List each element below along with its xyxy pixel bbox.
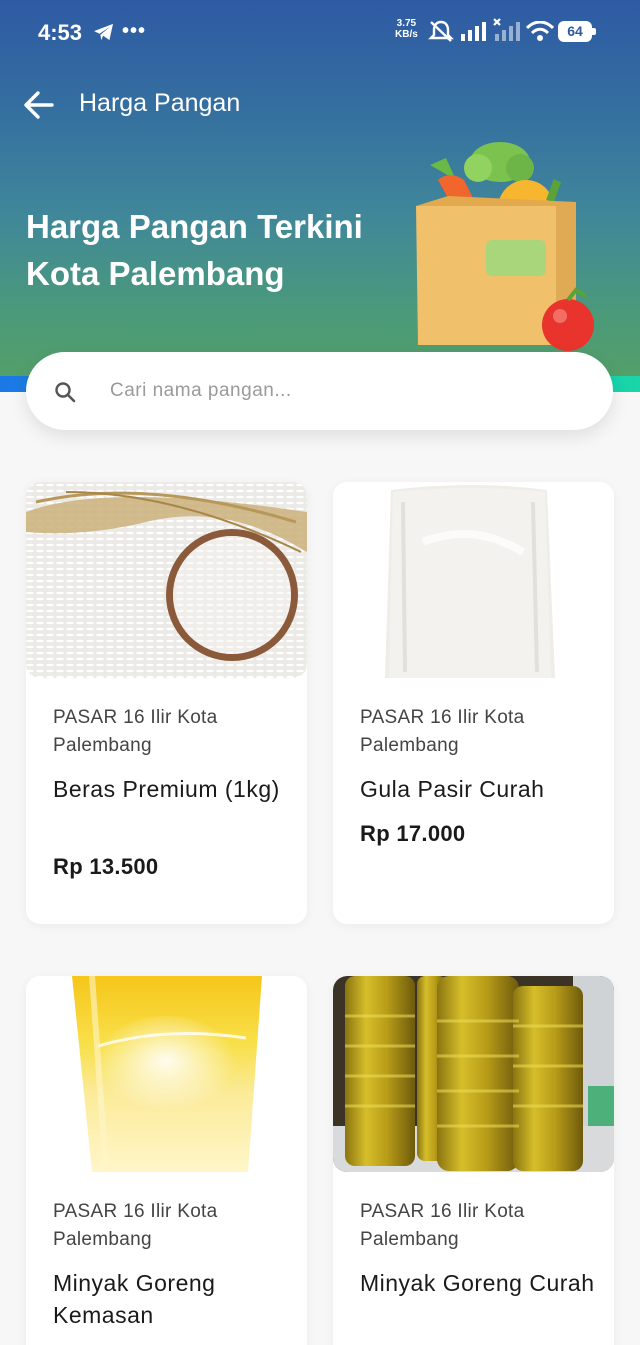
sugar-bag-photo bbox=[333, 482, 614, 678]
net-speed: 3.75 KB/s bbox=[395, 18, 418, 40]
card-market: PASAR 16 Ilir Kota Palembang bbox=[53, 1201, 218, 1250]
card-product-name: Minyak Goreng Kemasan bbox=[53, 1270, 216, 1328]
cooking-oil-glass-photo bbox=[26, 976, 307, 1172]
product-card[interactable]: PASAR 16 Ilir Kota Palembang Gula Pasir … bbox=[333, 482, 614, 924]
net-speed-unit: KB/s bbox=[395, 29, 418, 40]
search-input[interactable] bbox=[110, 372, 580, 410]
more-icon: ••• bbox=[122, 20, 147, 42]
cooking-oil-bottles-photo bbox=[333, 976, 614, 1172]
card-market: PASAR 16 Ilir Kota Palembang bbox=[360, 707, 525, 756]
hero-title: Harga Pangan Terkini Kota Palembang bbox=[26, 208, 363, 292]
search-icon bbox=[55, 382, 76, 403]
rice-bowl-photo bbox=[26, 482, 307, 678]
product-card[interactable]: PASAR 16 Ilir Kota Palembang Minyak Gore… bbox=[333, 976, 614, 1345]
card-product-name: Beras Premium (1kg) bbox=[53, 776, 280, 802]
card-market: PASAR 16 Ilir Kota Palembang bbox=[53, 707, 218, 756]
signal-icon bbox=[461, 22, 486, 41]
status-bar: 4:53 ••• 3.75 KB/s 64 bbox=[0, 0, 640, 64]
wifi-icon bbox=[526, 21, 554, 41]
app-bar-title: Harga Pangan bbox=[79, 89, 241, 117]
card-product-name: Minyak Goreng Curah bbox=[360, 1270, 595, 1296]
status-time: 4:53 bbox=[38, 20, 83, 45]
grocery-bag-illustration bbox=[416, 142, 594, 351]
mute-icon bbox=[428, 20, 454, 42]
product-card[interactable]: PASAR 16 Ilir Kota Palembang Minyak Gore… bbox=[26, 976, 307, 1345]
product-card[interactable]: PASAR 16 Ilir Kota Palembang Beras Premi… bbox=[26, 482, 307, 924]
battery-level: 64 bbox=[567, 23, 583, 39]
card-price: Rp 13.500 bbox=[53, 854, 159, 879]
net-speed-value: 3.75 bbox=[396, 18, 417, 29]
battery-icon: 64 bbox=[558, 21, 596, 42]
card-price: Rp 17.000 bbox=[360, 821, 466, 846]
card-market: PASAR 16 Ilir Kota Palembang bbox=[360, 1201, 525, 1250]
telegram-icon bbox=[94, 23, 113, 41]
signal-off-icon bbox=[493, 18, 520, 41]
card-product-name: Gula Pasir Curah bbox=[360, 776, 545, 802]
arrow-left-icon[interactable] bbox=[22, 88, 56, 122]
